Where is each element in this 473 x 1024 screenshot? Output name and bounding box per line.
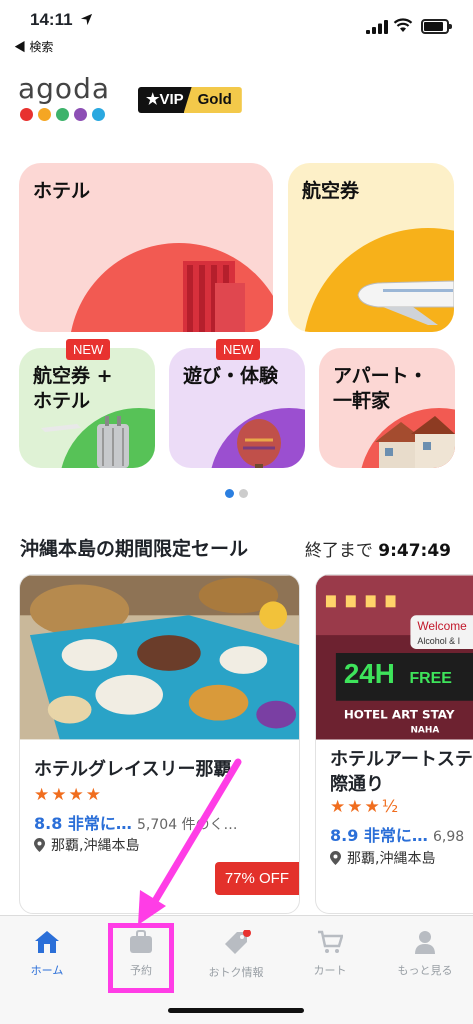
- logo-dot: [20, 108, 33, 121]
- sign-free: FREE: [409, 670, 451, 687]
- hotel-location: 那覇,沖縄本島: [330, 848, 435, 868]
- star-rating: ★★★★: [34, 785, 103, 805]
- back-to-search-link[interactable]: ◀ 検索: [14, 38, 53, 55]
- hotel-location: 那覇,沖縄本島: [34, 835, 139, 855]
- hotel-name: ホテルグレイスリー那覇: [34, 759, 232, 780]
- home-indicator: [168, 1008, 304, 1013]
- sale-section-title: 沖縄本島の期間限定セール: [20, 538, 249, 560]
- hotel-card[interactable]: ホテルグレイスリー那覇 ★★★★ 8.8 非常に… 5,704 件のく… 那覇,…: [19, 574, 300, 914]
- logo-dot: [38, 108, 51, 121]
- tile-flight-hotel[interactable]: 航空券 + ホテル: [19, 348, 155, 468]
- tab-cart-label: カート: [313, 964, 347, 977]
- wifi-icon: [393, 18, 413, 32]
- new-badge: NEW: [216, 339, 261, 360]
- tab-more-label: もっと見る: [397, 964, 453, 977]
- sign-24h: 24H: [344, 658, 395, 689]
- sign-alcohol: Alcohol & I: [417, 636, 460, 646]
- tile-flight-hotel-label: 航空券 + ホテル: [33, 365, 113, 412]
- sign-welcome: Welcome: [417, 619, 467, 633]
- sign-hotel-name: HOTEL ART STAY: [344, 708, 455, 722]
- pager-dot-active[interactable]: [225, 489, 234, 498]
- cart-icon: [318, 930, 343, 953]
- sign-naha: NAHA: [410, 726, 439, 736]
- review-summary: 8.8 非常に… 5,704 件のく…: [34, 810, 238, 834]
- tab-home[interactable]: ホーム: [7, 930, 87, 978]
- review-count: 6,98: [433, 829, 465, 845]
- logo-dot: [92, 108, 105, 121]
- logo-dots: [20, 108, 118, 121]
- countdown-value: 9:47:49: [378, 541, 451, 561]
- status-time: 14:11: [30, 10, 73, 29]
- location-arrow-icon: [80, 13, 93, 26]
- vip-gold-badge[interactable]: ★VIP Gold: [138, 87, 242, 113]
- hotel-photo: [20, 575, 299, 740]
- home-icon: [35, 931, 59, 953]
- logo-text: agoda: [18, 72, 110, 105]
- review-summary: 8.9 非常に… 6,98: [330, 822, 464, 846]
- agoda-logo: agoda: [18, 74, 118, 126]
- hotel-card[interactable]: Welcome Alcohol & I 24H FREE HOTEL ART S…: [315, 574, 473, 914]
- status-bar: 14:11 ◀ 検索: [0, 0, 473, 60]
- logo-dot: [74, 108, 87, 121]
- star-rating: ★★★½: [330, 797, 401, 817]
- review-count: 5,704 件のく…: [137, 817, 238, 833]
- location-text: 那覇,沖縄本島: [51, 838, 140, 854]
- pager-dot[interactable]: [239, 489, 248, 498]
- discount-badge: 77% OFF: [214, 862, 299, 895]
- countdown-label: 終了まで: [304, 541, 373, 561]
- map-pin-icon: [330, 851, 341, 865]
- new-badge: NEW: [66, 339, 111, 360]
- tile-flights[interactable]: 航空券: [288, 163, 454, 332]
- vip-label: ★VIP: [138, 87, 192, 113]
- vip-tier: Gold: [183, 87, 242, 113]
- tab-deals-label: おトク情報: [208, 966, 264, 979]
- cellular-signal-icon: [366, 20, 388, 34]
- map-pin-icon: [34, 838, 45, 852]
- location-text: 那覇,沖縄本島: [347, 851, 436, 867]
- tile-apartments-label: アパート・ 一軒家: [333, 365, 428, 412]
- tab-home-label: ホーム: [30, 964, 64, 977]
- tag-icon: [225, 930, 251, 954]
- tile-hotel-label: ホテル: [33, 180, 91, 202]
- carousel-pager: [225, 489, 248, 498]
- logo-dot: [56, 108, 69, 121]
- annotation-highlight-box: [108, 923, 174, 993]
- review-score: 8.8 非常に…: [34, 814, 132, 833]
- tile-apartments[interactable]: アパート・ 一軒家: [319, 348, 455, 468]
- hotel-name: ホテルアートステ 際通り: [330, 749, 473, 795]
- tile-flights-label: 航空券: [302, 180, 360, 202]
- battery-icon: [421, 19, 452, 34]
- hotel-photo: Welcome Alcohol & I 24H FREE HOTEL ART S…: [316, 575, 473, 740]
- tile-hotel[interactable]: ホテル: [19, 163, 273, 332]
- review-score: 8.9 非常に…: [330, 826, 428, 845]
- tab-deals[interactable]: おトク情報: [196, 930, 276, 980]
- tab-cart[interactable]: カート: [290, 930, 370, 978]
- sale-countdown: 終了まで 9:47:49: [305, 536, 451, 561]
- person-icon: [415, 931, 435, 954]
- tile-activities[interactable]: 遊び・体験: [169, 348, 305, 468]
- tab-more[interactable]: もっと見る: [385, 930, 465, 978]
- tile-activities-label: 遊び・体験: [183, 365, 279, 387]
